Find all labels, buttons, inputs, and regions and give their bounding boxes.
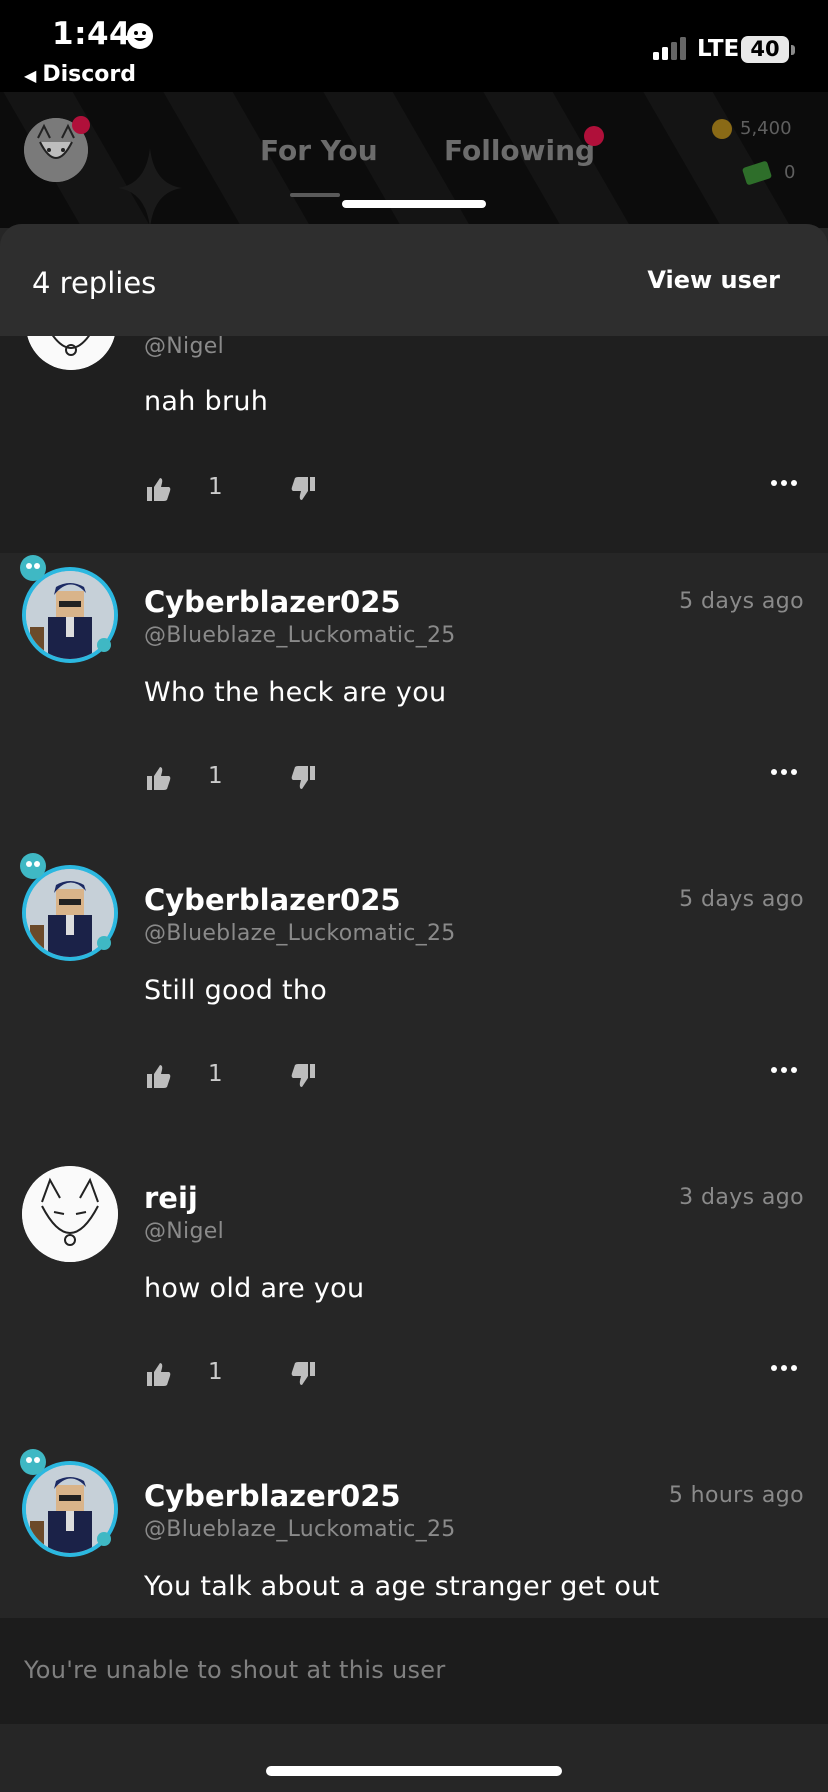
reply-timestamp: 5 days ago bbox=[679, 887, 804, 912]
notification-dot bbox=[72, 116, 90, 134]
thumbs-up-icon[interactable] bbox=[146, 1063, 172, 1089]
comment-handle[interactable]: @Nigel bbox=[144, 336, 224, 359]
reply-text: You talk about a age stranger get out bbox=[144, 1571, 660, 1602]
like-count: 1 bbox=[208, 474, 223, 500]
thumbs-up-icon[interactable] bbox=[146, 1361, 172, 1387]
like-count: 1 bbox=[208, 1359, 223, 1385]
cash-icon bbox=[741, 160, 773, 186]
reply-author-name[interactable]: reij bbox=[144, 1181, 198, 1215]
home-indicator[interactable] bbox=[266, 1766, 562, 1776]
thumbs-up-icon[interactable] bbox=[146, 476, 172, 502]
original-comment: @Nigel nah bruh 1 bbox=[0, 336, 828, 553]
cash-balance[interactable]: 0 bbox=[741, 160, 800, 186]
tab-underline bbox=[290, 193, 340, 197]
reply-text: how old are you bbox=[144, 1273, 365, 1304]
reply-item: Cyberblazer025 @Blueblaze_Luckomatic_25 … bbox=[0, 851, 828, 1149]
replies-feed[interactable]: @Nigel nah bruh 1 Cyberblazer025 @Bluebl… bbox=[0, 336, 828, 1616]
like-count: 1 bbox=[208, 1061, 223, 1087]
reply-timestamp: 5 days ago bbox=[679, 589, 804, 614]
reply-text: Still good tho bbox=[144, 975, 328, 1006]
back-to-app-link[interactable]: ◀ Discord bbox=[24, 62, 136, 87]
sheet-header: 4 replies View user bbox=[0, 224, 828, 336]
small-badge-icon bbox=[97, 936, 111, 950]
following-notification-dot bbox=[584, 126, 604, 146]
coin-balance[interactable]: 5,400 bbox=[712, 118, 800, 142]
small-badge-icon bbox=[97, 1532, 111, 1546]
network-type: LTE bbox=[697, 36, 740, 62]
shout-disabled-bar: You're unable to shout at this user bbox=[0, 1618, 828, 1724]
header-stripe bbox=[639, 92, 821, 228]
status-time: 1:44 bbox=[52, 16, 132, 52]
reply-author-name[interactable]: Cyberblazer025 bbox=[144, 883, 401, 917]
reply-author-handle[interactable]: @Blueblaze_Luckomatic_25 bbox=[144, 921, 456, 946]
back-app-label: Discord bbox=[42, 62, 136, 87]
thumbs-down-icon[interactable] bbox=[290, 476, 316, 502]
signal-icon bbox=[653, 37, 686, 60]
avatar[interactable] bbox=[26, 336, 116, 370]
reply-author-handle[interactable]: @Nigel bbox=[144, 1219, 224, 1244]
coin-icon bbox=[712, 119, 732, 139]
replies-sheet: 4 replies View user @Nigel nah bruh 1 Cy… bbox=[0, 224, 828, 1792]
reply-actions: 1 bbox=[144, 1059, 804, 1093]
reply-timestamp: 3 days ago bbox=[679, 1185, 804, 1210]
reply-actions: 1 bbox=[144, 761, 804, 795]
cat-sketch-icon bbox=[22, 1166, 118, 1262]
comment-text: nah bruh bbox=[144, 386, 269, 417]
more-options-icon[interactable] bbox=[770, 478, 798, 488]
tab-for-you[interactable]: For You bbox=[260, 134, 378, 167]
reply-author-name[interactable]: Cyberblazer025 bbox=[144, 1479, 401, 1513]
reply-author-handle[interactable]: @Blueblaze_Luckomatic_25 bbox=[144, 623, 456, 648]
like-count: 1 bbox=[208, 763, 223, 789]
reply-item: Cyberblazer025 @Blueblaze_Luckomatic_25 … bbox=[0, 1447, 828, 1616]
smiley-icon bbox=[127, 23, 153, 49]
thumbs-down-icon[interactable] bbox=[290, 1361, 316, 1387]
thumbs-down-icon[interactable] bbox=[290, 1063, 316, 1089]
reply-author-handle[interactable]: @Blueblaze_Luckomatic_25 bbox=[144, 1517, 456, 1542]
coin-count: 5,400 bbox=[740, 118, 792, 139]
comment-actions: 1 bbox=[144, 472, 804, 506]
battery-icon: 40 bbox=[741, 36, 789, 63]
sheet-drag-handle[interactable] bbox=[342, 200, 486, 208]
view-user-button[interactable]: View user bbox=[647, 266, 780, 294]
reply-author-name[interactable]: Cyberblazer025 bbox=[144, 585, 401, 619]
creature-badge-icon bbox=[20, 555, 46, 581]
sparkle-icon bbox=[118, 148, 182, 228]
more-options-icon[interactable] bbox=[770, 767, 798, 777]
more-options-icon[interactable] bbox=[770, 1363, 798, 1373]
status-bar: 1:44 ◀ Discord LTE 40 bbox=[0, 0, 828, 92]
reply-actions: 1 bbox=[144, 1357, 804, 1391]
thumbs-up-icon[interactable] bbox=[146, 765, 172, 791]
cash-count: 0 bbox=[784, 162, 796, 183]
reply-item: reij @Nigel 3 days ago how old are you 1 bbox=[0, 1149, 828, 1447]
cat-sketch-icon bbox=[27, 336, 115, 370]
creature-badge-icon bbox=[20, 1449, 46, 1475]
reply-item: Cyberblazer025 @Blueblaze_Luckomatic_25 … bbox=[0, 553, 828, 851]
thumbs-down-icon[interactable] bbox=[290, 765, 316, 791]
tab-following[interactable]: Following bbox=[444, 134, 595, 167]
back-triangle-icon: ◀ bbox=[24, 66, 37, 85]
more-options-icon[interactable] bbox=[770, 1065, 798, 1075]
creature-badge-icon bbox=[20, 853, 46, 879]
avatar[interactable] bbox=[22, 1166, 118, 1262]
reply-text: Who the heck are you bbox=[144, 677, 447, 708]
small-badge-icon bbox=[97, 638, 111, 652]
reply-timestamp: 5 hours ago bbox=[668, 1483, 804, 1508]
battery-cap bbox=[791, 45, 795, 55]
shout-disabled-note: You're unable to shout at this user bbox=[24, 1656, 446, 1684]
replies-title: 4 replies bbox=[32, 266, 157, 300]
